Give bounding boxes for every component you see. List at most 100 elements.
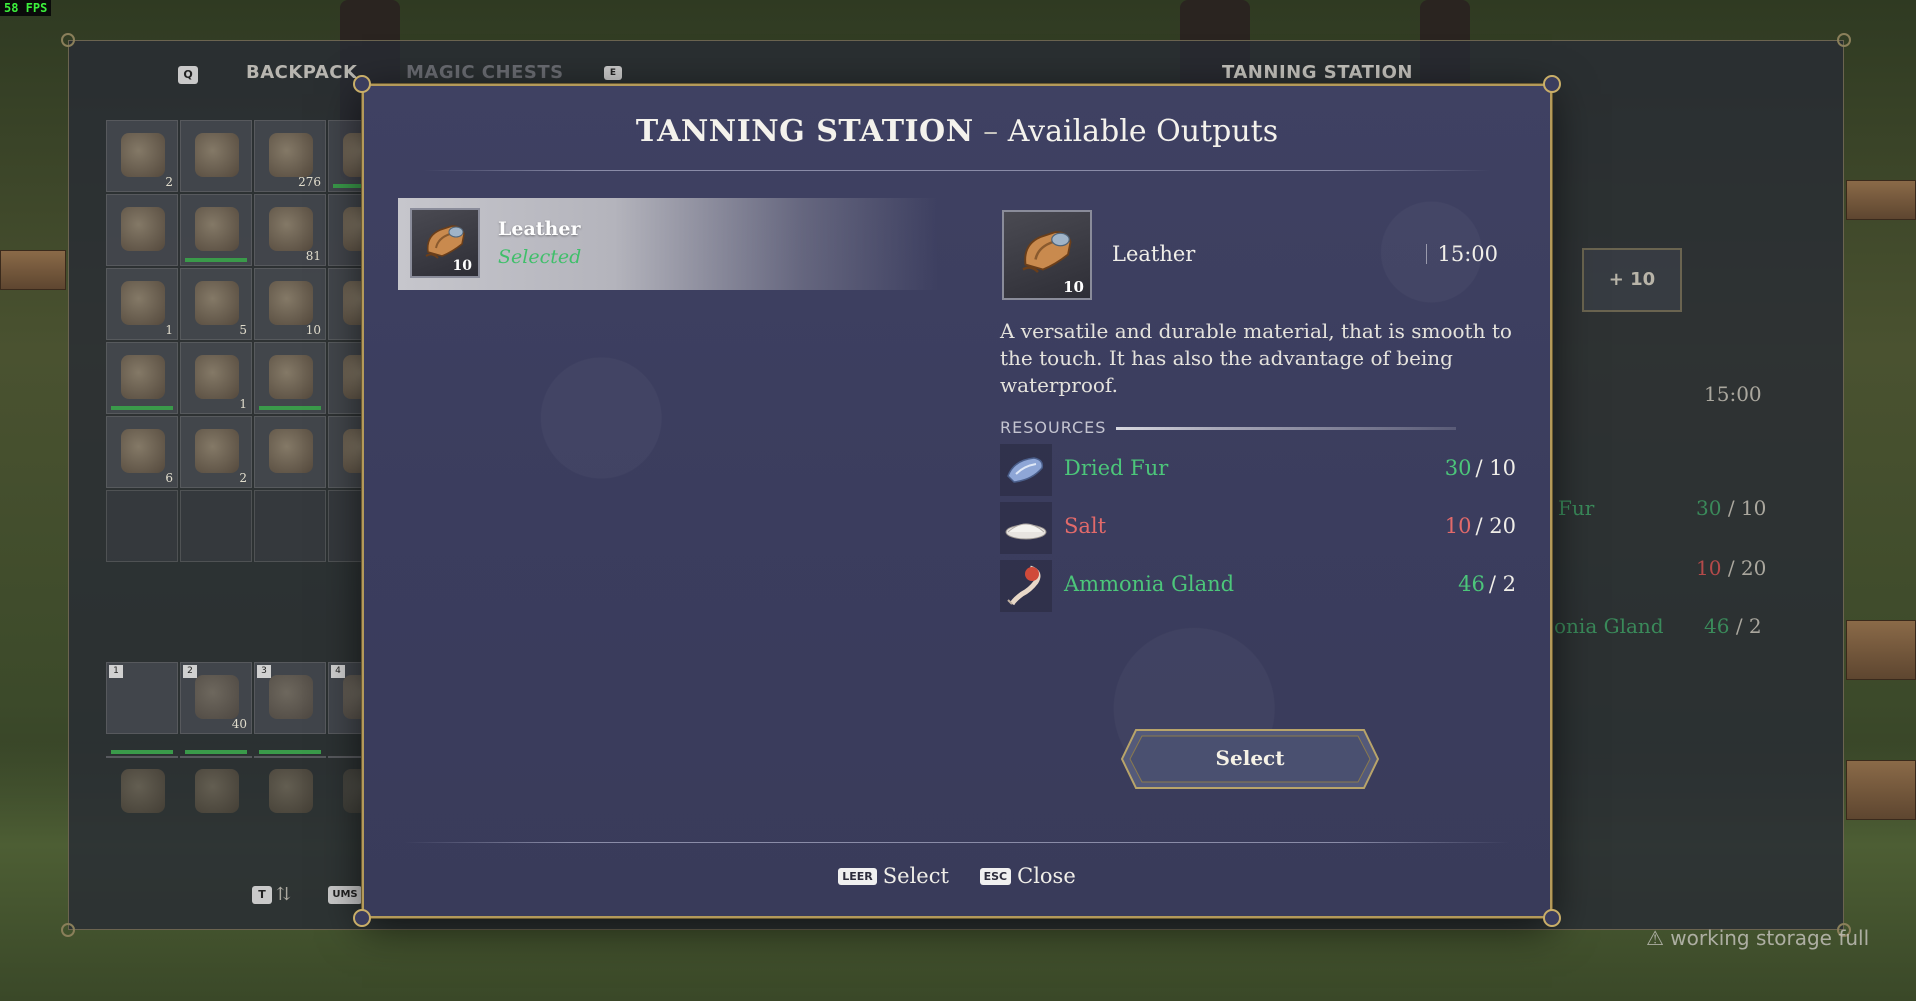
hotbar-key: 2: [183, 665, 197, 678]
resource-row: Salt 10/ 20: [1000, 502, 1516, 554]
sort-key[interactable]: T: [252, 886, 272, 904]
sort-icon[interactable]: ⇅: [276, 884, 291, 905]
frame-corner: [61, 33, 75, 47]
item-icon: [121, 429, 165, 473]
item-icon: [195, 355, 239, 399]
detail-item-name: Leather: [1112, 242, 1196, 266]
transfer-key[interactable]: UMS: [328, 886, 362, 904]
pickaxe-icon: [121, 769, 165, 813]
inventory-slot[interactable]: 1: [180, 342, 252, 414]
frame-knob: [353, 909, 371, 927]
hotbar-slot[interactable]: 2 40: [180, 662, 252, 734]
durability-bar: [259, 406, 321, 410]
resources-divider: [1116, 427, 1456, 430]
backpack-grid: 2 276 81 1 5 10 1 6 2: [106, 120, 400, 562]
hotbar-key: 3: [257, 665, 271, 678]
inventory-slot[interactable]: 81: [254, 194, 326, 266]
prev-tab-key: Q: [178, 66, 198, 84]
frame-corner: [61, 923, 75, 937]
resource-row: Dried Fur 30/ 10: [1000, 444, 1516, 496]
item-count: 2: [165, 175, 173, 189]
tool-slot[interactable]: [106, 750, 178, 813]
modal-title-separator: –: [973, 114, 1008, 149]
station-resource-name: Fur: [1558, 496, 1595, 520]
durability-bar: [111, 406, 173, 410]
item-count: 276: [298, 175, 321, 189]
inventory-slot[interactable]: 5: [180, 268, 252, 340]
tanning-station-modal: TANNING STATION – Available Outputs 10 L…: [353, 75, 1561, 927]
resource-name: Salt: [1064, 514, 1107, 538]
inventory-slot[interactable]: 1: [106, 268, 178, 340]
item-icon: [269, 355, 313, 399]
inventory-slot-empty[interactable]: [254, 490, 326, 562]
tool-bar: [106, 750, 400, 813]
craft-time: 15:00: [1437, 242, 1498, 266]
inventory-slot[interactable]: [106, 194, 178, 266]
resource-row: Ammonia Gland 46/ 2: [1000, 560, 1516, 612]
esc-key: ESC: [979, 868, 1012, 885]
item-count: 1: [165, 323, 173, 337]
ammonia-gland-icon: [1000, 560, 1052, 612]
hotbar-key: 1: [109, 665, 123, 678]
item-icon: [121, 133, 165, 177]
salt-icon: [1000, 502, 1052, 554]
storage-warning-text: working storage full: [1670, 926, 1870, 950]
inventory-slot[interactable]: 276: [254, 120, 326, 192]
station-resource-count: 10 / 20: [1696, 556, 1767, 580]
leather-thumbnail: 10: [410, 208, 480, 278]
weapon-icon: [195, 675, 239, 719]
item-icon: [121, 355, 165, 399]
inventory-slot[interactable]: 6: [106, 416, 178, 488]
inventory-slot[interactable]: [254, 342, 326, 414]
resource-count: 10/ 20: [1444, 514, 1516, 538]
tool-slot[interactable]: [180, 750, 252, 813]
leather-icon: [1022, 231, 1072, 273]
item-count: 10: [305, 323, 321, 337]
inventory-slot[interactable]: [254, 416, 326, 488]
footer-hints: LEER Select ESC Close: [364, 864, 1550, 888]
inventory-slot[interactable]: 10: [254, 268, 326, 340]
inventory-slot-empty[interactable]: [180, 490, 252, 562]
inventory-slot-empty[interactable]: [106, 490, 178, 562]
modal-title: TANNING STATION – Available Outputs: [364, 114, 1550, 149]
inventory-slot[interactable]: [180, 120, 252, 192]
fps-counter: 58 FPS: [0, 0, 52, 16]
tab-magic-chests[interactable]: MAGIC CHESTS: [406, 62, 564, 83]
hotbar: 1 2 40 3 4: [106, 662, 400, 734]
item-icon: [195, 207, 239, 251]
resource-name: Ammonia Gland: [1064, 572, 1235, 596]
inventory-slot[interactable]: [180, 194, 252, 266]
bonus-button[interactable]: + 10: [1582, 248, 1682, 312]
wooden-plank: [1846, 760, 1916, 820]
inventory-slot[interactable]: [106, 342, 178, 414]
wooden-plank: [0, 250, 66, 290]
frame-knob: [353, 75, 371, 93]
output-list-item-leather[interactable]: 10 Leather Selected: [398, 198, 938, 290]
station-resource-name: onia Gland: [1554, 614, 1664, 638]
durability-bar: [259, 750, 321, 754]
station-resource-count: 30 / 10: [1696, 496, 1767, 520]
footer-select-hint[interactable]: LEER Select: [838, 864, 949, 888]
durability-bar: [111, 750, 173, 754]
item-icon: [195, 281, 239, 325]
space-key: LEER: [838, 868, 877, 885]
select-button[interactable]: Select: [1120, 726, 1380, 792]
frame-knob: [1543, 909, 1561, 927]
time-separator: [1426, 244, 1427, 264]
inventory-slot[interactable]: 2: [180, 416, 252, 488]
item-icon: [121, 281, 165, 325]
footer-close-hint[interactable]: ESC Close: [979, 864, 1076, 888]
leather-icon: [425, 225, 465, 259]
item-icon: [269, 281, 313, 325]
inventory-slot[interactable]: 2: [106, 120, 178, 192]
axe-icon: [195, 769, 239, 813]
hotbar-slot[interactable]: 1: [106, 662, 178, 734]
hotbar-key: 4: [331, 665, 345, 678]
hotbar-slot[interactable]: 3: [254, 662, 326, 734]
tool-slot[interactable]: [254, 750, 326, 813]
wooden-plank: [1846, 180, 1916, 220]
detail-thumbnail: 10: [1002, 210, 1092, 300]
output-item-state: Selected: [498, 246, 582, 268]
tab-backpack[interactable]: BACKPACK: [246, 62, 357, 83]
footer-divider: [404, 842, 1510, 843]
